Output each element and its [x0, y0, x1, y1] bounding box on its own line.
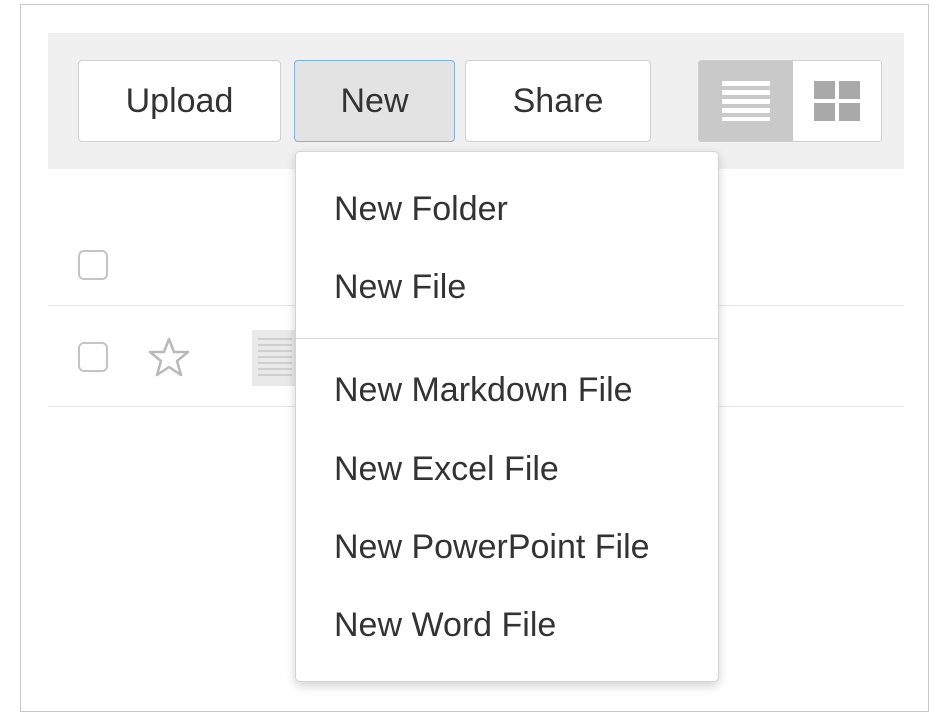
list-view-icon — [722, 81, 770, 121]
menu-separator — [296, 338, 718, 339]
list-view-button[interactable] — [699, 61, 793, 141]
select-all-checkbox[interactable] — [78, 250, 108, 280]
share-button[interactable]: Share — [465, 60, 651, 142]
grid-view-icon — [814, 81, 860, 121]
menu-item-new-file[interactable]: New File — [296, 256, 718, 318]
row-checkbox[interactable] — [78, 342, 108, 372]
file-icon — [252, 330, 298, 386]
new-dropdown-menu: New Folder New File New Markdown File Ne… — [295, 151, 719, 682]
new-button[interactable]: New — [294, 60, 455, 142]
view-toggle — [698, 60, 882, 142]
menu-item-new-word-file[interactable]: New Word File — [296, 594, 718, 656]
menu-item-new-excel-file[interactable]: New Excel File — [296, 438, 718, 500]
menu-item-new-markdown-file[interactable]: New Markdown File — [296, 359, 718, 421]
upload-button[interactable]: Upload — [78, 60, 281, 142]
menu-item-new-folder[interactable]: New Folder — [296, 178, 718, 240]
grid-view-button[interactable] — [793, 61, 881, 141]
menu-item-new-powerpoint-file[interactable]: New PowerPoint File — [296, 516, 718, 578]
star-outline-icon[interactable] — [148, 337, 190, 377]
